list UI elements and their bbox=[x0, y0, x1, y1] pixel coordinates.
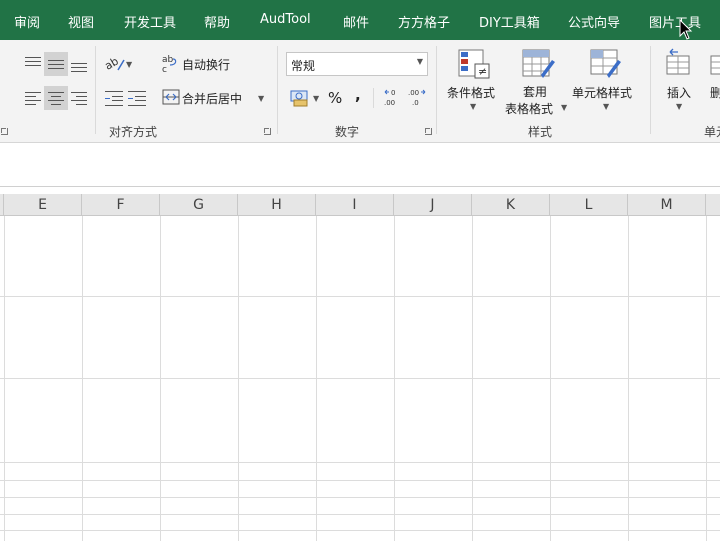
column-header-m[interactable]: M bbox=[628, 194, 706, 216]
column-header-i[interactable]: I bbox=[316, 194, 394, 216]
worksheet-grid[interactable] bbox=[0, 216, 720, 541]
conditional-formatting-button[interactable]: 条件格式 bbox=[447, 84, 495, 101]
format-as-table-icon bbox=[522, 49, 555, 78]
column-header-l[interactable]: L bbox=[550, 194, 628, 216]
number-group-label: 数字 bbox=[335, 125, 360, 139]
number-dialog-launcher[interactable] bbox=[425, 128, 432, 135]
column-header-h[interactable]: H bbox=[238, 194, 316, 216]
comma-style-button[interactable]: , bbox=[355, 86, 361, 104]
ribbon-panel: ab ▼ ab c 自动换行 合并后居中 ▼ 对齐方式 常规 ▼ ▼ % , 0… bbox=[0, 40, 720, 143]
column-header-e[interactable]: E bbox=[4, 194, 82, 216]
chevron-down-icon[interactable]: ▼ bbox=[313, 94, 319, 103]
cell-styles-icon bbox=[590, 49, 621, 78]
mouse-pointer-icon bbox=[679, 19, 693, 40]
cell-styles-button[interactable]: 单元格样式 bbox=[572, 84, 632, 101]
svg-text:0: 0 bbox=[391, 89, 395, 97]
chevron-down-icon[interactable]: ▼ bbox=[676, 102, 682, 111]
chevron-down-icon[interactable]: ▼ bbox=[470, 102, 476, 111]
svg-text:ab: ab bbox=[162, 55, 174, 65]
cells-group-label: 单元 bbox=[704, 125, 720, 139]
tab-diy-toolbox[interactable]: DIY工具箱 bbox=[479, 12, 540, 31]
svg-text:c: c bbox=[162, 65, 167, 73]
increase-decimal-icon[interactable]: 0 .00 bbox=[382, 87, 404, 107]
tab-mail[interactable]: 邮件 bbox=[343, 12, 369, 31]
column-header-row: E F G H I J K L M bbox=[0, 194, 720, 216]
ribbon-tab-bar: 审阅 视图 开发工具 帮助 AudTool 邮件 方方格子 DIY工具箱 公式向… bbox=[0, 0, 720, 40]
column-header-j[interactable]: J bbox=[394, 194, 472, 216]
svg-text:.00: .00 bbox=[408, 89, 419, 97]
tab-formula-wizard[interactable]: 公式向导 bbox=[568, 12, 620, 31]
conditional-formatting-icon: ≠ bbox=[458, 49, 490, 79]
delete-cells-icon bbox=[710, 55, 720, 75]
clipboard-dialog-launcher[interactable] bbox=[1, 128, 8, 135]
chevron-down-icon[interactable]: ▼ bbox=[561, 103, 567, 112]
percent-style-button[interactable]: % bbox=[328, 89, 342, 107]
align-middle-icon[interactable] bbox=[44, 52, 68, 76]
wrap-text-button[interactable]: 自动换行 bbox=[182, 56, 230, 73]
decrease-decimal-icon[interactable]: .00 .0 bbox=[406, 87, 428, 107]
tab-fangfang[interactable]: 方方格子 bbox=[398, 12, 450, 31]
number-format-value: 常规 bbox=[291, 59, 316, 73]
format-as-table-button[interactable]: 表格格式 bbox=[505, 100, 553, 117]
chevron-down-icon[interactable]: ▼ bbox=[258, 94, 264, 103]
merge-center-button[interactable]: 合并后居中 bbox=[182, 90, 242, 107]
tab-picture-tools[interactable]: 图片工具 bbox=[649, 12, 701, 31]
insert-cells-icon bbox=[666, 48, 690, 75]
formula-bar[interactable] bbox=[0, 143, 720, 187]
format-as-table-line1[interactable]: 套用 bbox=[523, 83, 547, 100]
delete-cells-button[interactable]: 删 bbox=[710, 84, 720, 101]
tab-view[interactable]: 视图 bbox=[68, 12, 94, 31]
align-center-icon[interactable] bbox=[44, 86, 68, 110]
tab-help[interactable]: 帮助 bbox=[204, 12, 230, 31]
decrease-indent-icon[interactable] bbox=[103, 86, 127, 110]
alignment-dialog-launcher[interactable] bbox=[264, 128, 271, 135]
align-left-icon[interactable] bbox=[21, 86, 45, 110]
column-header-f[interactable]: F bbox=[82, 194, 160, 216]
svg-text:.00: .00 bbox=[384, 99, 395, 107]
align-right-icon[interactable] bbox=[67, 86, 91, 110]
text-orientation-icon[interactable]: ab bbox=[104, 54, 126, 74]
number-format-select[interactable]: 常规 ▼ bbox=[286, 52, 428, 76]
align-top-icon[interactable] bbox=[21, 52, 45, 76]
tab-audtool[interactable]: AudTool bbox=[260, 12, 311, 27]
merge-center-icon bbox=[162, 89, 180, 105]
styles-group-label: 样式 bbox=[528, 125, 553, 139]
svg-text:.0: .0 bbox=[412, 99, 419, 107]
alignment-group-label: 对齐方式 bbox=[109, 125, 158, 139]
align-bottom-icon[interactable] bbox=[67, 52, 91, 76]
chevron-down-icon[interactable]: ▼ bbox=[603, 102, 609, 111]
tab-review[interactable]: 审阅 bbox=[14, 12, 40, 31]
accounting-format-icon[interactable] bbox=[289, 87, 311, 107]
column-header-k[interactable]: K bbox=[472, 194, 550, 216]
wrap-text-icon: ab c bbox=[162, 55, 177, 73]
tab-developer[interactable]: 开发工具 bbox=[124, 12, 176, 31]
chevron-down-icon: ▼ bbox=[416, 57, 423, 66]
increase-indent-icon[interactable] bbox=[126, 86, 150, 110]
insert-cells-button[interactable]: 插入 bbox=[667, 84, 691, 101]
chevron-down-icon[interactable]: ▼ bbox=[126, 60, 132, 69]
column-header-g[interactable]: G bbox=[160, 194, 238, 216]
svg-text:≠: ≠ bbox=[478, 65, 487, 78]
